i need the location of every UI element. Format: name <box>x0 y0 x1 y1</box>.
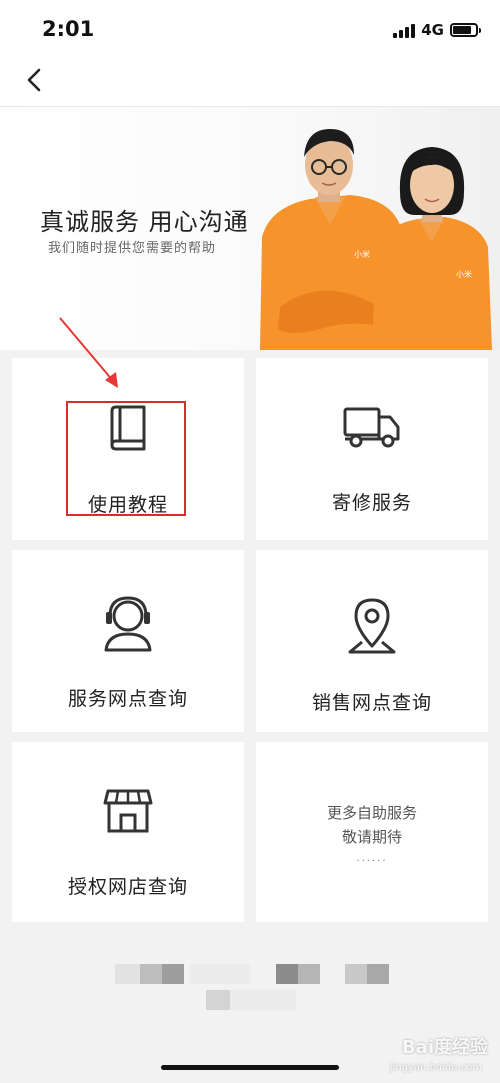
service-card-sales-outlets[interactable]: 销售网点查询 <box>256 550 488 732</box>
baidu-watermark: Bai度经验 <box>401 1037 488 1058</box>
navigation-bar <box>0 60 500 107</box>
chevron-left-icon <box>27 68 41 92</box>
status-time: 2:01 <box>42 17 95 41</box>
more-services-card: 更多自助服务 敬请期待 ...... <box>256 742 488 922</box>
staff-woman-figure: 小米 <box>372 147 492 350</box>
location-pin-icon <box>344 594 400 656</box>
svg-text:小米: 小米 <box>456 269 472 279</box>
network-type: 4G <box>421 21 444 39</box>
coming-soon-text: 敬请期待 <box>341 827 402 846</box>
card-label: 服务网点查询 <box>67 688 188 710</box>
customer-service-headset-icon <box>100 594 156 654</box>
banner-subtitle: 我们随时提供您需要的帮助 <box>48 241 217 256</box>
more-services-text: 更多自助服务 <box>326 803 417 822</box>
card-label: 寄修服务 <box>331 492 412 514</box>
battery-icon <box>450 23 481 37</box>
card-label: 使用教程 <box>87 494 168 516</box>
service-card-service-outlets[interactable]: 服务网点查询 <box>12 550 244 732</box>
back-button[interactable] <box>18 64 50 96</box>
staff-photo: 小米 小米 <box>260 129 492 350</box>
service-card-authorized-stores[interactable]: 授权网店查询 <box>12 742 244 922</box>
signal-icon <box>393 23 416 38</box>
home-indicator <box>161 1065 339 1070</box>
svg-text:小米: 小米 <box>354 249 370 259</box>
service-banner: 真诚服务 用心沟通 我们随时提供您需要的帮助 小米 小米 <box>0 107 500 350</box>
service-card-tutorial[interactable]: 使用教程 <box>12 358 244 540</box>
book-icon <box>103 402 153 452</box>
card-label: 销售网点查询 <box>311 692 432 714</box>
storefront-icon <box>102 784 154 836</box>
more-dots: ...... <box>356 852 388 864</box>
baidu-watermark-url: jingyan.baidu.com <box>389 1062 482 1073</box>
service-card-repair-delivery[interactable]: 寄修服务 <box>256 358 488 540</box>
status-bar: 2:01 4G <box>0 0 500 60</box>
banner-title: 真诚服务 用心沟通 <box>40 208 249 236</box>
status-indicators: 4G <box>393 20 481 40</box>
delivery-truck-icon <box>342 402 402 452</box>
card-label: 授权网店查询 <box>67 876 188 898</box>
